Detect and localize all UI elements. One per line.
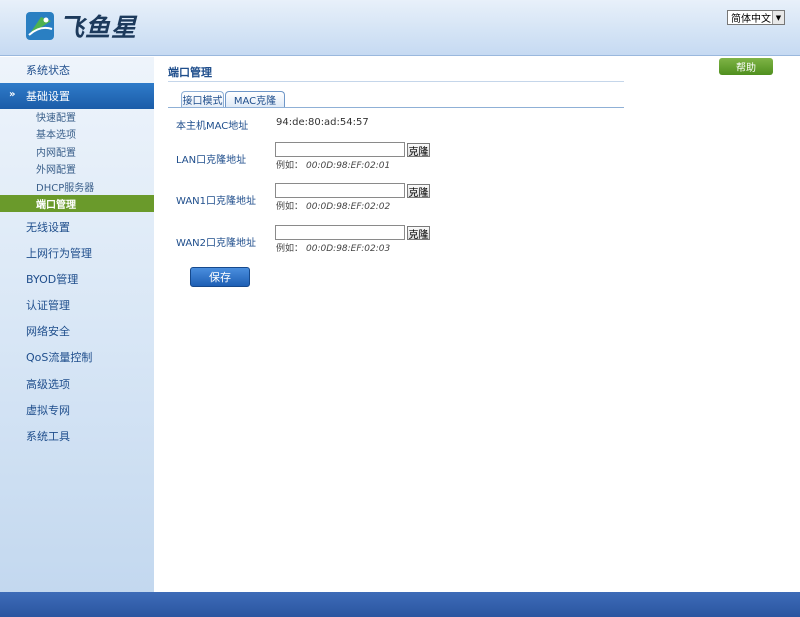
example-value: 00:0D:98:EF:02:02 [306,202,391,212]
sidebar-item-system-tools[interactable]: 系统工具 [0,423,154,449]
top-header: 飞鱼星 简体中文 ▼ [0,0,800,56]
page-title: 端口管理 [168,66,212,79]
sidebar-item-label: BYOD管理 [26,273,79,286]
sidebar-item-wireless[interactable]: 无线设置 [0,214,154,240]
sidebar-item-label: 系统状态 [26,64,70,77]
lan-example: 例如： 00:0D:98:EF:02:01 [276,158,390,171]
wan1-clone-label: WAN1口克隆地址 [176,196,257,207]
sidebar-item-auth[interactable]: 认证管理 [0,292,154,318]
sidebar-item-label: 认证管理 [26,299,70,312]
sidebar-item-label: 基础设置 [26,90,70,103]
footer-bar [0,592,800,617]
example-prefix: 例如： [276,161,304,171]
main-content: 端口管理 帮助 接口模式 MAC克隆 本主机MAC地址 94:de:80:ad:… [154,57,800,592]
save-button[interactable]: 保存 [190,267,250,287]
sidebar-item-label: 系统工具 [26,430,70,443]
sidebar-subitem-label: 基本选项 [36,130,76,141]
sidebar-item-network-security[interactable]: 网络安全 [0,318,154,344]
language-select[interactable]: 简体中文 ▼ [727,10,785,25]
host-mac-label: 本主机MAC地址 [176,121,249,132]
double-chevron-down-icon: » [9,89,16,100]
sidebar-item-system-status[interactable]: 系统状态 [0,57,154,83]
sidebar-subitem-label: 端口管理 [36,200,76,211]
brand-logo: 飞鱼星 [25,10,137,42]
sidebar-item-label: 高级选项 [26,378,70,391]
example-prefix: 例如： [276,244,304,254]
wan2-clone-button[interactable]: 克隆 [407,226,430,241]
sidebar-subitem-basic-options[interactable]: 基本选项 [0,125,154,142]
example-value: 00:0D:98:EF:02:03 [306,244,391,254]
sidebar-item-label: 虚拟专网 [26,404,70,417]
wan1-clone-input[interactable] [275,183,405,198]
chevron-down-icon: ▼ [772,11,784,24]
wan1-example: 例如： 00:0D:98:EF:02:02 [276,199,390,212]
sidebar-subitem-dhcp-server[interactable]: DHCP服务器 [0,178,154,195]
sidebar-subitem-port-management[interactable]: 端口管理 [0,195,154,212]
example-value: 00:0D:98:EF:02:01 [306,161,391,171]
lan-clone-input[interactable] [275,142,405,157]
tab-interface-mode[interactable]: 接口模式 [181,91,224,107]
sidebar-subitem-label: DHCP服务器 [36,183,95,194]
host-mac-value: 94:de:80:ad:54:57 [276,117,369,128]
sidebar-item-qos[interactable]: QoS流量控制 [0,344,154,370]
sidebar-item-label: 上网行为管理 [26,247,92,260]
sidebar-subitem-quick-config[interactable]: 快速配置 [0,108,154,125]
lan-clone-button[interactable]: 克隆 [407,143,430,158]
example-prefix: 例如： [276,202,304,212]
wan2-clone-input[interactable] [275,225,405,240]
sidebar-item-label: 无线设置 [26,221,70,234]
sidebar-subitem-label: 内网配置 [36,148,76,159]
sidebar-item-basic-settings[interactable]: » 基础设置 [0,83,154,109]
sidebar-subitem-lan-config[interactable]: 内网配置 [0,143,154,160]
logo-text: 飞鱼星 [59,13,138,42]
wan2-example: 例如： 00:0D:98:EF:02:03 [276,241,390,254]
fish-star-logo-icon [26,12,54,40]
sidebar: 系统状态 » 基础设置 快速配置 基本选项 内网配置 外网配置 DHCP服务器 … [0,57,154,592]
sidebar-item-label: QoS流量控制 [26,351,93,364]
sidebar-subitem-wan-config[interactable]: 外网配置 [0,160,154,177]
sidebar-subitem-label: 外网配置 [36,165,76,176]
wan1-clone-button[interactable]: 克隆 [407,184,430,199]
sidebar-item-label: 网络安全 [26,325,70,338]
tabs-divider [168,107,624,108]
wan2-clone-label: WAN2口克隆地址 [176,238,257,249]
sidebar-item-byod[interactable]: BYOD管理 [0,266,154,292]
help-button[interactable]: 帮助 [719,58,773,75]
language-value: 简体中文 [731,14,771,25]
sidebar-item-advanced[interactable]: 高级选项 [0,371,154,397]
title-divider [168,81,624,82]
sidebar-item-behavior-management[interactable]: 上网行为管理 [0,240,154,266]
tab-mac-clone[interactable]: MAC克隆 [225,91,285,107]
sidebar-item-vpn[interactable]: 虚拟专网 [0,397,154,423]
sidebar-subitem-label: 快速配置 [36,113,76,124]
lan-clone-label: LAN口克隆地址 [176,155,247,166]
